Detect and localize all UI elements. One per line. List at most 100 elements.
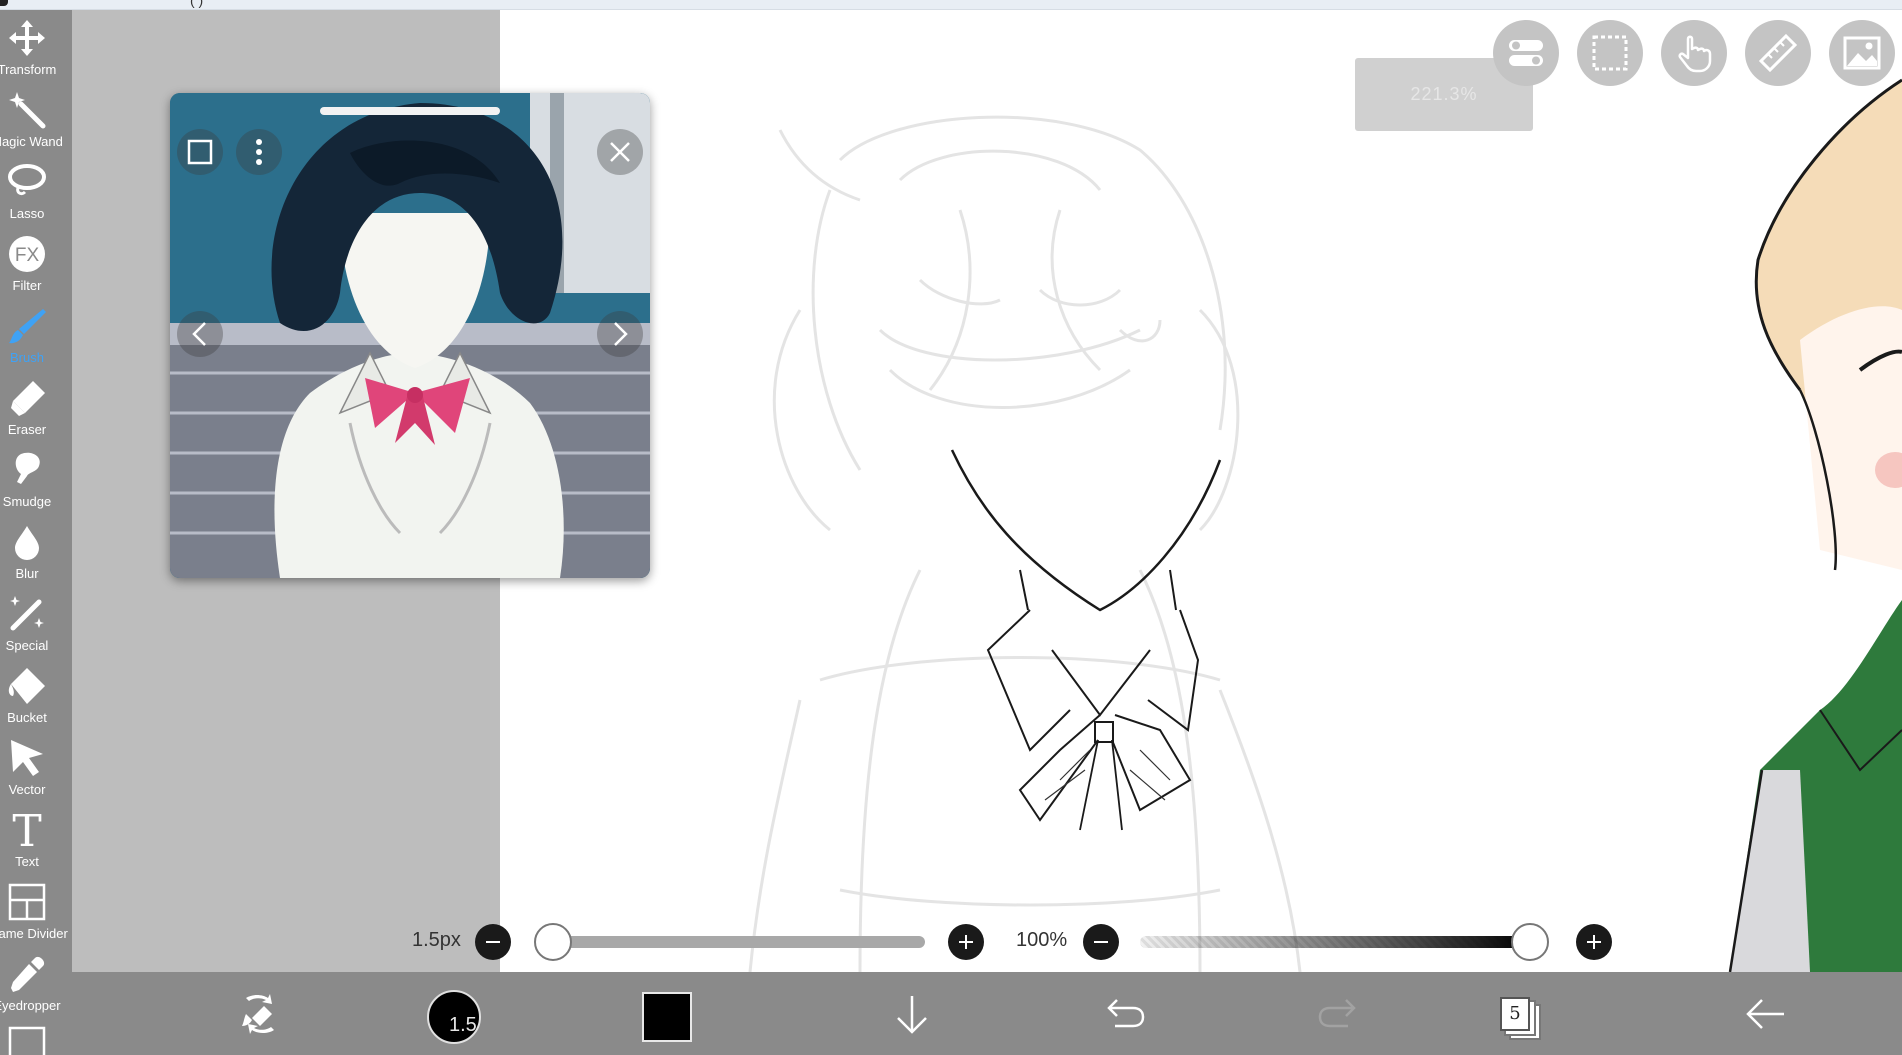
size-decrease-button[interactable]	[475, 924, 511, 960]
tool-text[interactable]: T Text	[0, 806, 72, 878]
magic-wand-icon	[9, 92, 46, 129]
undo-button[interactable]	[1085, 972, 1165, 1055]
title-strip: ( )	[0, 0, 1902, 10]
plus-icon	[959, 935, 973, 949]
tool-magic-wand[interactable]: Magic Wand	[0, 86, 72, 158]
dotted-selection-icon	[1592, 35, 1628, 71]
tool-label: Special	[5, 638, 49, 653]
layers-button[interactable]: 5	[1496, 993, 1544, 1041]
merge-down-button[interactable]	[872, 972, 952, 1055]
smudge-icon	[15, 452, 40, 484]
opacity-decrease-button[interactable]	[1083, 924, 1119, 960]
tool-transform[interactable]: Transform	[0, 14, 72, 86]
brush-size-value: 1.5	[449, 1014, 477, 1036]
ruler-icon	[1758, 33, 1798, 73]
redo-icon	[1318, 999, 1356, 1028]
tool-smudge[interactable]: Smudge	[0, 446, 72, 518]
tool-lasso[interactable]: Lasso	[0, 158, 72, 230]
tool-bucket[interactable]: Bucket	[0, 662, 72, 734]
drawing-canvas[interactable]: 221.3%	[500, 10, 1902, 972]
brush-preview-button[interactable]: 1.5	[427, 990, 481, 1044]
redo-button[interactable]	[1298, 972, 1378, 1055]
tool-partial[interactable]	[0, 1020, 72, 1055]
tool-filter[interactable]: FX Filter	[0, 230, 72, 302]
back-button[interactable]	[1726, 972, 1806, 1055]
fx-icon: FX	[9, 236, 45, 272]
more-vertical-icon	[256, 139, 262, 165]
tool-special[interactable]: Special	[0, 590, 72, 662]
plus-icon	[1587, 935, 1601, 949]
brush-opacity-slider[interactable]	[1140, 936, 1530, 948]
tool-brush[interactable]: Brush	[0, 302, 72, 374]
undo-icon	[1107, 999, 1145, 1028]
move-arrows-icon	[9, 20, 45, 56]
size-increase-button[interactable]	[948, 924, 984, 960]
brush-size-knob[interactable]	[533, 923, 572, 961]
tool-label: Smudge	[2, 494, 52, 509]
reference-window[interactable]	[170, 93, 650, 578]
tool-label: Eyedropper	[0, 998, 61, 1013]
tool-label: Magic Wand	[0, 134, 63, 149]
window-title: ( )	[190, 0, 204, 8]
tool-eyedropper[interactable]: Eyedropper	[0, 950, 72, 1022]
minus-icon	[1094, 941, 1108, 943]
chevron-right-icon	[614, 322, 628, 346]
toggle-brush-eraser-button[interactable]	[220, 972, 300, 1055]
tool-blur[interactable]: Blur	[0, 518, 72, 590]
brush-opacity-label: 100%	[1016, 929, 1068, 951]
reference-drag-handle[interactable]	[320, 107, 500, 115]
color-swatch-button[interactable]	[642, 992, 692, 1042]
tool-label: Vector	[8, 782, 46, 797]
image-icon	[1843, 36, 1881, 70]
reference-prev-button[interactable]	[177, 311, 223, 357]
svg-text:FX: FX	[15, 245, 40, 266]
brush-icon	[9, 309, 46, 344]
tool-label: Frame Divider	[0, 926, 68, 941]
arrow-down-icon	[897, 996, 927, 1034]
tool-label: Eraser	[7, 422, 47, 437]
drop-icon	[15, 526, 39, 560]
frame-divider-icon	[8, 883, 46, 921]
tool-label: Bucket	[7, 710, 47, 725]
tool-label: Transform	[0, 62, 57, 77]
lasso-icon	[8, 164, 46, 196]
ruler-button[interactable]	[1745, 20, 1811, 86]
tool-label: Text	[15, 854, 39, 869]
reference-frame-button[interactable]	[177, 129, 223, 175]
tool-sidebar: Transform Magic Wand Lasso FX Filter	[0, 10, 72, 1055]
toggles-button[interactable]	[1493, 20, 1559, 86]
reference-more-button[interactable]	[236, 129, 282, 175]
tool-label: Lasso	[9, 206, 45, 221]
opacity-increase-button[interactable]	[1576, 924, 1612, 960]
bottom-toolbar	[72, 972, 1902, 1055]
tool-label: Filter	[12, 278, 42, 293]
hand-pointer-icon	[1678, 35, 1712, 73]
toggle-switches-icon	[1509, 40, 1543, 66]
close-icon	[610, 142, 630, 162]
minus-icon	[486, 941, 500, 943]
reference-window-button[interactable]	[1829, 20, 1895, 86]
canvas-artwork	[748, 78, 1902, 972]
hand-button[interactable]	[1661, 20, 1727, 86]
reference-close-button[interactable]	[597, 129, 643, 175]
square-frame-icon	[187, 139, 213, 165]
text-t-icon: T	[12, 810, 41, 850]
eraser-icon	[11, 381, 45, 416]
brush-size-label: 1.5px	[412, 929, 461, 951]
brush-size-slider[interactable]	[537, 936, 925, 948]
sparkle-wand-icon	[10, 596, 44, 631]
reference-next-button[interactable]	[597, 311, 643, 357]
cursor-arrow-icon	[11, 740, 43, 776]
brush-opacity-knob[interactable]	[1511, 923, 1549, 961]
layer-count: 5	[1500, 997, 1530, 1031]
bucket-icon	[8, 668, 45, 704]
arrow-left-icon	[1746, 999, 1784, 1029]
tool-eraser[interactable]: Eraser	[0, 374, 72, 446]
square-icon	[8, 1026, 46, 1055]
selection-button[interactable]	[1577, 20, 1643, 86]
tool-frame-divider[interactable]: Frame Divider	[0, 878, 72, 950]
chevron-left-icon	[192, 322, 206, 346]
tool-vector[interactable]: Vector	[0, 734, 72, 806]
tool-label: Brush	[10, 350, 44, 365]
ibispaint-window: ( ) Transform Magic Wand Lasso	[0, 0, 1902, 1055]
